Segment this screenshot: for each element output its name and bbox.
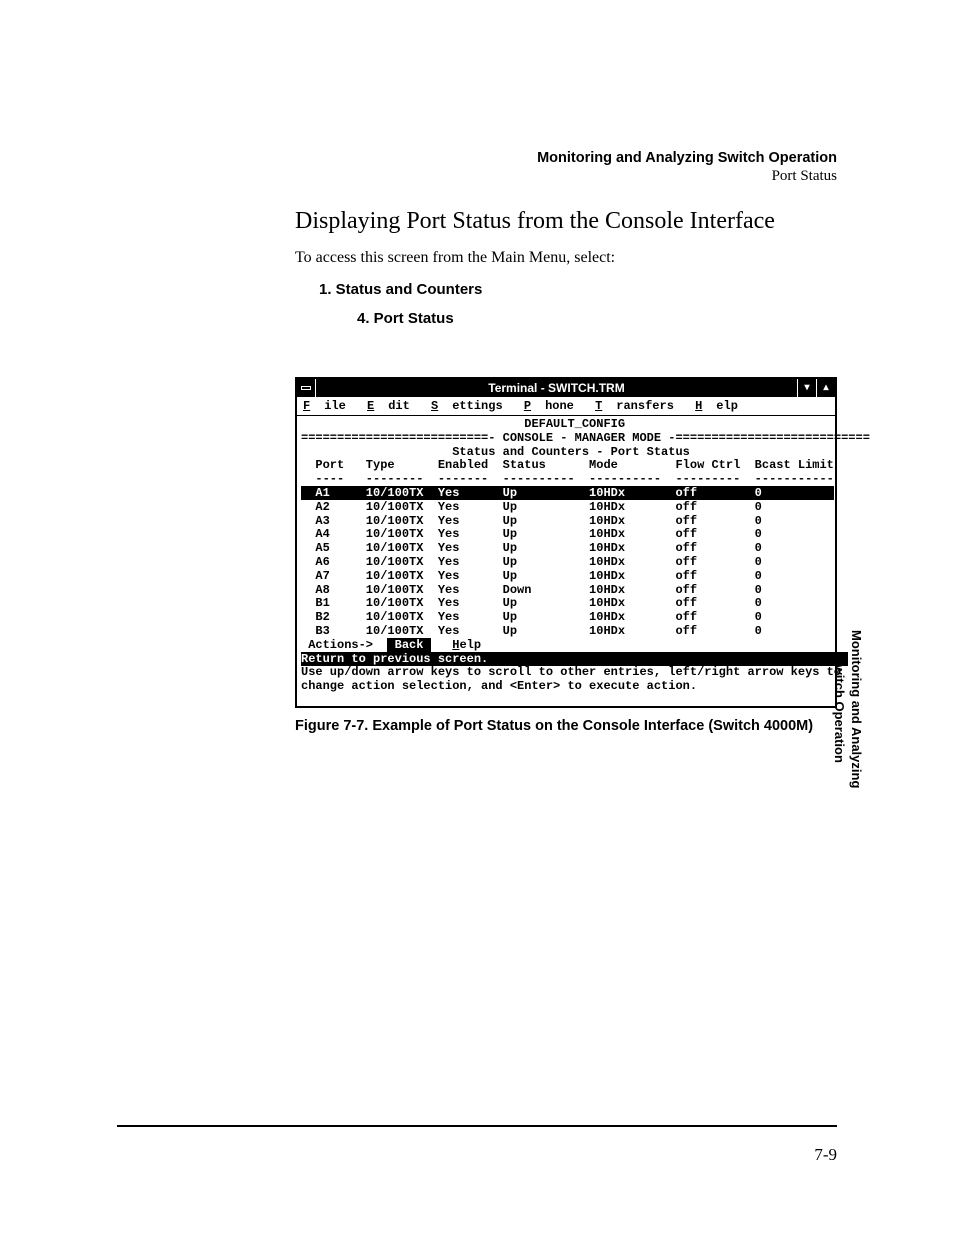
section-title: Port Status	[537, 168, 837, 185]
thumb-tab-line1: Monitoring and Analyzing	[847, 630, 864, 788]
window-title: Terminal - SWITCH.TRM	[316, 381, 797, 395]
system-menu-icon[interactable]	[297, 379, 316, 397]
action-back[interactable]: Back	[387, 638, 430, 652]
footer-rule	[117, 1125, 837, 1127]
running-header: Monitoring and Analyzing Switch Operatio…	[537, 150, 837, 185]
thumb-tab-line2: Switch Operation	[830, 656, 847, 763]
terminal-window: Terminal - SWITCH.TRM ▾ ▴ File Edit Sett…	[295, 377, 837, 708]
menu-edit[interactable]: Edit	[367, 399, 410, 413]
chapter-title: Monitoring and Analyzing Switch Operatio…	[537, 150, 837, 166]
menu-settings[interactable]: Settings	[431, 399, 503, 413]
minimize-button[interactable]: ▾	[797, 379, 816, 397]
menu-transfers[interactable]: Transfers	[595, 399, 674, 413]
action-help[interactable]: Help	[452, 638, 481, 652]
page-number: 7-9	[814, 1145, 837, 1165]
maximize-button[interactable]: ▴	[816, 379, 835, 397]
window-titlebar: Terminal - SWITCH.TRM ▾ ▴	[297, 379, 835, 397]
nav-step-1: 1. Status and Counters	[319, 281, 837, 298]
figure-caption: Figure 7-7. Example of Port Status on th…	[295, 718, 837, 734]
menu-bar: File Edit Settings Phone Transfers Help	[297, 397, 835, 416]
menu-phone[interactable]: Phone	[524, 399, 574, 413]
menu-file[interactable]: File	[303, 399, 346, 413]
section-heading: Displaying Port Status from the Console …	[295, 208, 837, 235]
menu-help[interactable]: Help	[695, 399, 738, 413]
intro-paragraph: To access this screen from the Main Menu…	[295, 249, 837, 267]
nav-step-2: 4. Port Status	[357, 310, 837, 327]
thumb-tab: Monitoring and Analyzing Switch Operatio…	[830, 630, 864, 788]
terminal-body: DEFAULT_CONFIG =========================…	[297, 416, 835, 706]
